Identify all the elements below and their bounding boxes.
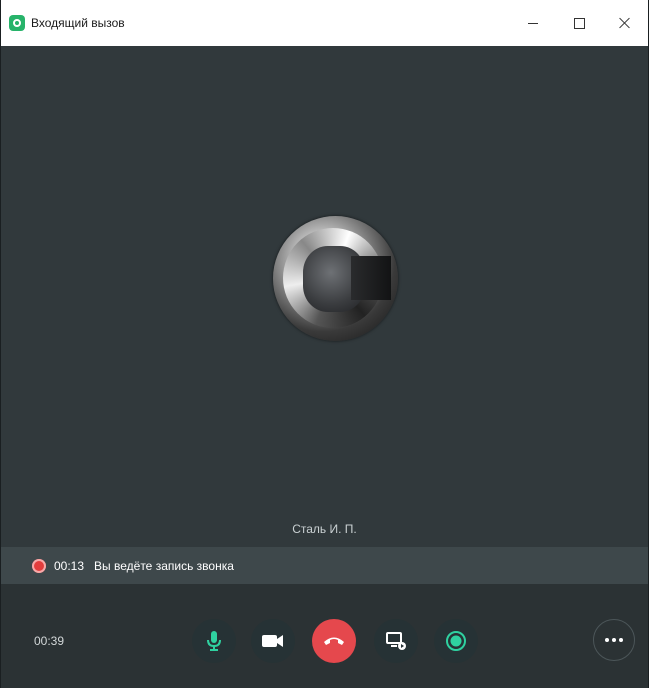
minimize-icon <box>528 22 538 24</box>
microphone-icon <box>207 631 221 651</box>
microphone-button[interactable] <box>192 619 236 663</box>
recording-status-text: Вы ведёте запись звонка <box>94 558 234 573</box>
screen-share-button[interactable] <box>374 619 418 663</box>
maximize-button[interactable] <box>556 0 602 46</box>
more-dots-icon <box>605 638 623 642</box>
recording-bar: 00:13 Вы ведёте запись звонка <box>1 547 648 584</box>
call-window: Входящий вызов Сталь И. П. 00:13 Вы ведё… <box>0 0 649 688</box>
hangup-button[interactable] <box>312 619 356 663</box>
phone-hangup-icon <box>324 637 344 645</box>
more-options-button[interactable] <box>593 619 635 661</box>
video-camera-icon <box>262 635 283 647</box>
window-controls <box>510 0 648 46</box>
close-button[interactable] <box>602 0 648 46</box>
screen-share-icon <box>386 632 406 650</box>
window-title: Входящий вызов <box>31 16 125 30</box>
minimize-button[interactable] <box>510 0 556 46</box>
recording-dot-icon <box>32 558 46 573</box>
record-icon <box>446 631 466 651</box>
caller-avatar <box>273 216 398 341</box>
caller-name: Сталь И. П. <box>292 522 357 536</box>
camera-button[interactable] <box>251 619 295 663</box>
app-logo-icon <box>9 15 25 31</box>
maximize-icon <box>573 17 585 29</box>
close-icon <box>619 17 631 29</box>
title-bar: Входящий вызов <box>1 0 648 47</box>
call-timer: 00:39 <box>34 634 65 648</box>
recording-time: 00:13 <box>54 558 85 573</box>
call-stage: Сталь И. П. <box>1 46 648 547</box>
record-button[interactable] <box>434 619 478 663</box>
avatar-logo-gap <box>351 256 391 300</box>
call-controls: 00:39 <box>1 584 648 688</box>
